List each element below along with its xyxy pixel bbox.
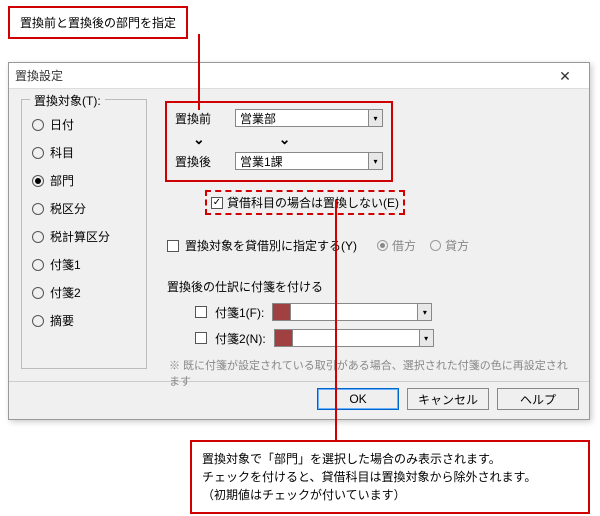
leader-line-bottom (335, 200, 337, 440)
before-value: 営業部 (236, 110, 368, 127)
tag1-checkbox[interactable] (195, 306, 207, 318)
right-pane: 置換前 営業部 ▾ ⌄ ⌄ 置換後 営業1課 ▾ (147, 99, 577, 377)
bs-exclude-checkbox[interactable] (211, 197, 223, 209)
help-button[interactable]: ヘルプ (497, 388, 579, 410)
bs-exclude-label: 貸借科目の場合は置換しない(E) (227, 194, 399, 211)
target-radio-department[interactable]: 部門 (32, 172, 136, 189)
side-credit-radio: 貸方 (430, 237, 469, 254)
titlebar: 置換設定 ✕ (9, 63, 589, 89)
ok-button[interactable]: OK (317, 388, 399, 410)
close-icon[interactable]: ✕ (547, 65, 583, 87)
target-groupbox: 置換対象(T): 日付 科目 部門 税区分 税計算区分 付箋1 付箋2 摘要 (21, 99, 147, 369)
target-radio-tag2[interactable]: 付箋2 (32, 284, 136, 301)
tag1-color-combo[interactable]: ▾ (272, 303, 432, 321)
tag1-label: 付箋1(F): (215, 304, 264, 321)
before-label: 置換前 (175, 110, 225, 127)
after-label: 置換後 (175, 153, 225, 170)
target-radio-date[interactable]: 日付 (32, 116, 136, 133)
target-radio-tax[interactable]: 税区分 (32, 200, 136, 217)
replace-before-after-block: 置換前 営業部 ▾ ⌄ ⌄ 置換後 営業1課 ▾ (165, 101, 393, 182)
annotation-bottom: 置換対象で「部門」を選択した場合のみ表示されます。 チェックを付けると、貸借科目… (190, 440, 590, 514)
side-radios: 借方 貸方 (377, 237, 469, 254)
target-radio-account[interactable]: 科目 (32, 144, 136, 161)
tag-section-label: 置換後の仕訳に付箋を付ける (167, 278, 577, 295)
tag2-color-combo[interactable]: ▾ (274, 329, 434, 347)
tag1-color-swatch (273, 304, 291, 320)
tag2-checkbox[interactable] (195, 332, 207, 344)
tag-note: ※ 既に付箋が設定されている取引がある場合、選択された付箋の色に再設定されます (169, 357, 577, 389)
chevron-down-icon[interactable]: ▾ (419, 330, 433, 346)
target-radio-tag1[interactable]: 付箋1 (32, 256, 136, 273)
target-radio-summary[interactable]: 摘要 (32, 312, 136, 329)
bs-exclude-checkbox-box: 貸借科目の場合は置換しない(E) (205, 190, 405, 215)
annotation-top: 置換前と置換後の部門を指定 (8, 6, 188, 39)
leader-line-top (198, 34, 200, 110)
cancel-button[interactable]: キャンセル (407, 388, 489, 410)
dialog-title: 置換設定 (15, 67, 547, 84)
chevron-down-icon[interactable]: ▾ (368, 110, 382, 126)
chevron-down-icon[interactable]: ▾ (417, 304, 431, 320)
side-debit-radio: 借方 (377, 237, 416, 254)
chevron-down-icon[interactable]: ▾ (368, 153, 382, 169)
target-group-label: 置換対象(T): (30, 92, 105, 109)
after-value: 営業1課 (236, 153, 368, 170)
tag2-label: 付箋2(N): (215, 330, 266, 347)
arrow-down-icon: ⌄ (193, 131, 205, 148)
specify-by-side-checkbox[interactable] (167, 240, 179, 252)
before-combo[interactable]: 営業部 ▾ (235, 109, 383, 127)
tag2-color-swatch (275, 330, 293, 346)
specify-by-side-label: 置換対象を貸借別に指定する(Y) (185, 237, 357, 254)
target-radio-taxcalc[interactable]: 税計算区分 (32, 228, 136, 245)
arrow-down-icon: ⌄ (279, 131, 291, 148)
after-combo[interactable]: 営業1課 ▾ (235, 152, 383, 170)
target-radio-list: 日付 科目 部門 税区分 税計算区分 付箋1 付箋2 摘要 (32, 116, 136, 329)
replace-settings-dialog: 置換設定 ✕ 置換対象(T): 日付 科目 部門 税区分 税計算区分 付箋1 付… (8, 62, 590, 420)
